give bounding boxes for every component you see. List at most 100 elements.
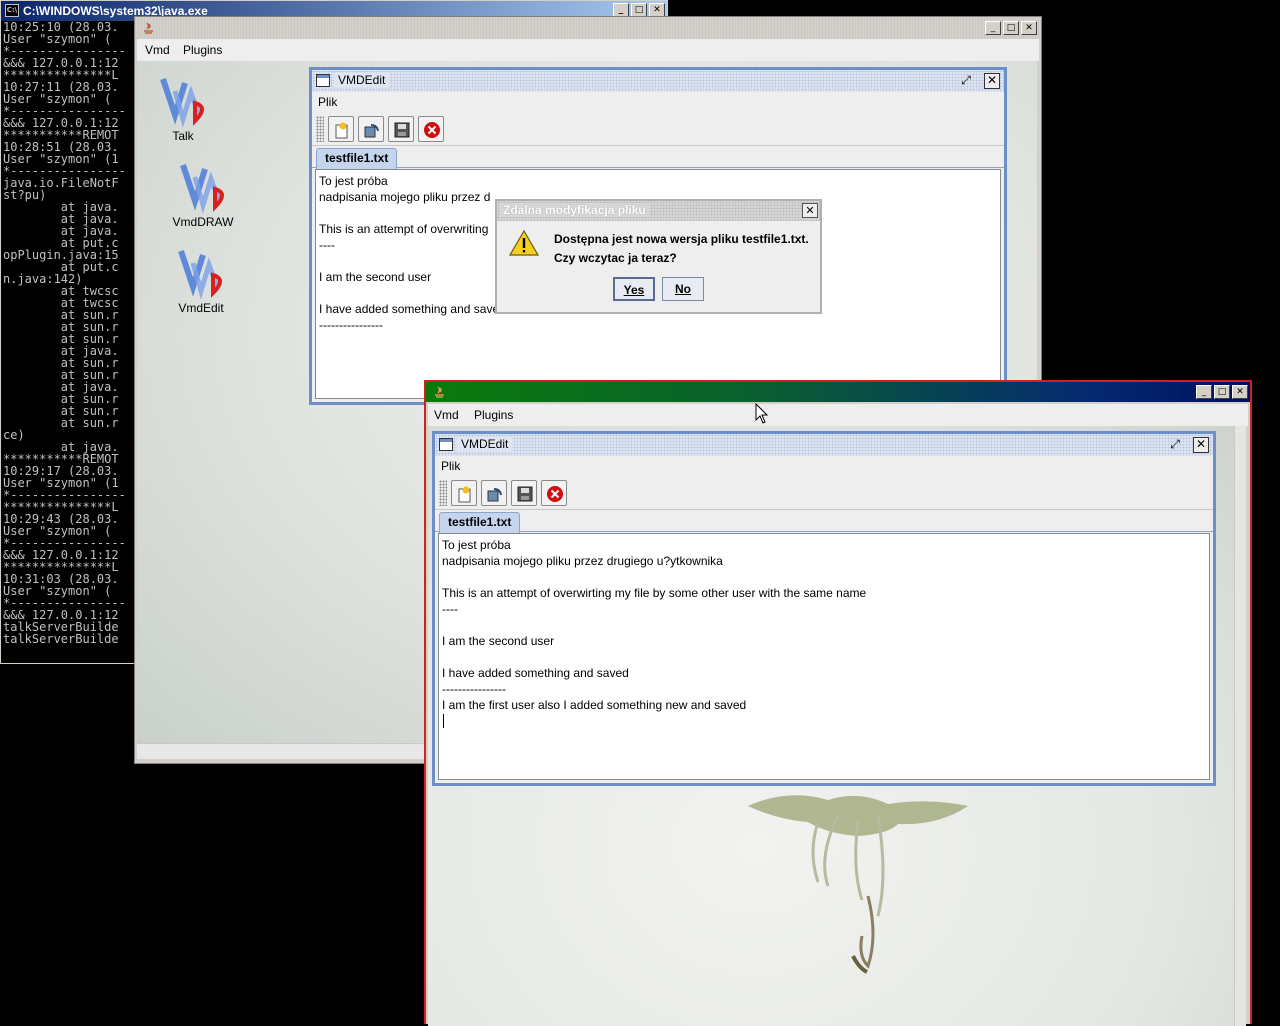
minimize-button[interactable]: _ — [1196, 385, 1212, 399]
yes-button[interactable]: Yes — [613, 277, 655, 301]
editor-line: ---------------- — [319, 318, 383, 332]
editor-line: To jest próba — [442, 538, 511, 552]
editor-line: I have added something and saved — [442, 666, 629, 680]
text-editor[interactable]: To jest próba nadpisania mojego pliku prz… — [438, 533, 1210, 780]
internal-titlebar[interactable]: VMDEdit ⤢ ✕ — [312, 70, 1004, 92]
remote-modification-dialog[interactable]: Zdalna modyfikacja pliku ✕ Dostępna jest… — [495, 199, 822, 314]
maximize-button[interactable]: □ — [1214, 385, 1230, 399]
editor-line: I am the second user — [442, 634, 555, 648]
editor-line: I am the second user — [319, 270, 432, 284]
text-caret — [443, 714, 444, 728]
new-file-icon — [458, 486, 471, 503]
close-button[interactable]: ✕ — [1232, 385, 1248, 399]
vmd-main-window-2[interactable]: _ □ ✕ Vmd Plugins VMDEdit ⤢ ✕ Plik testf… — [424, 380, 1252, 1026]
editor-line: ---- — [319, 238, 335, 252]
internal-window-title: VMDEdit — [334, 73, 390, 87]
menu-vmd[interactable]: Vmd — [145, 43, 170, 57]
no-button[interactable]: No — [662, 277, 704, 301]
window-icon — [316, 74, 330, 87]
reload-icon — [487, 488, 502, 502]
tab-testfile1[interactable]: testfile1.txt — [316, 148, 398, 169]
reload-button[interactable] — [358, 116, 384, 142]
minimize-button[interactable]: _ — [613, 3, 629, 17]
minimize-button[interactable]: _ — [985, 21, 1001, 35]
desktop-icon-vmddraw[interactable]: VmdDRAW — [163, 161, 243, 229]
console-line: talkServerBuilde — [3, 632, 119, 646]
java-icon — [435, 386, 444, 398]
menu-plugins[interactable]: Plugins — [474, 408, 513, 422]
close-file-button[interactable] — [541, 480, 567, 506]
close-button[interactable]: ✕ — [1021, 21, 1037, 35]
menu-plik[interactable]: Plik — [318, 95, 337, 109]
window-icon — [439, 438, 453, 451]
desktop-icon-label: VmdDRAW — [172, 215, 234, 229]
flower-wallpaper — [748, 795, 968, 974]
maximize-button[interactable]: □ — [631, 3, 647, 17]
save-button[interactable] — [388, 116, 414, 142]
desktop-icon-vmdedit[interactable]: VmdEdit — [161, 247, 241, 315]
tab-testfile1[interactable]: testfile1.txt — [439, 512, 521, 533]
console-icon: C:\ — [5, 4, 19, 17]
java-icon — [144, 22, 153, 34]
reload-icon — [364, 124, 379, 138]
tab-strip: testfile1.txt — [435, 512, 1213, 533]
warning-icon — [509, 229, 539, 256]
close-icon[interactable]: ✕ — [802, 203, 818, 218]
menu-bar: Vmd Plugins — [137, 39, 1039, 61]
internal-window-title: VMDEdit — [457, 437, 513, 451]
mouse-cursor-icon — [755, 403, 769, 424]
menu-plugins[interactable]: Plugins — [183, 43, 222, 57]
maximize-icon[interactable]: ⤢ — [1167, 437, 1183, 453]
close-red-icon — [424, 122, 440, 138]
tab-strip: testfile1.txt — [312, 148, 1004, 169]
menu-vmd[interactable]: Vmd — [434, 408, 459, 422]
editor-line: I am the first user also I added somethi… — [442, 698, 747, 712]
save-icon — [394, 122, 410, 138]
desktop-icon-label: Talk — [172, 129, 194, 143]
close-icon[interactable]: ✕ — [1193, 437, 1209, 453]
desktop-icon-label: VmdEdit — [178, 301, 224, 315]
close-icon[interactable]: ✕ — [984, 73, 1000, 89]
dialog-title: Zdalna modyfikacja pliku — [500, 203, 649, 217]
editor-toolbar — [435, 476, 1213, 510]
new-file-button[interactable] — [451, 480, 477, 506]
editor-line: ---------------- — [442, 682, 506, 696]
reload-button[interactable] — [481, 480, 507, 506]
vmd-logo-icon — [178, 250, 222, 300]
editor-menu-bar: Plik — [312, 92, 1004, 112]
editor-line: nadpisania mojego pliku przez drugiego u… — [442, 554, 723, 568]
toolbar-grip[interactable] — [316, 116, 324, 142]
editor-line: ---- — [442, 602, 458, 616]
dialog-titlebar[interactable]: Zdalna modyfikacja pliku ✕ — [497, 201, 820, 221]
vmd-logo-icon — [180, 164, 224, 214]
window-titlebar[interactable]: _ □ ✕ — [135, 17, 1041, 39]
close-button[interactable]: ✕ — [649, 3, 665, 17]
window-titlebar[interactable]: _ □ ✕ — [426, 382, 1250, 402]
editor-line: This is an attempt of overwirting my fil… — [442, 586, 867, 600]
editor-line: nadpisania mojego pliku przez d — [319, 190, 491, 204]
maximize-icon[interactable]: ⤢ — [958, 73, 974, 89]
menu-bar: Vmd Plugins — [428, 404, 1248, 426]
maximize-button[interactable]: □ — [1003, 21, 1019, 35]
editor-menu-bar: Plik — [435, 456, 1213, 476]
close-file-button[interactable] — [418, 116, 444, 142]
vmd-logo-icon — [160, 78, 204, 128]
save-icon — [517, 486, 533, 502]
toolbar-grip[interactable] — [439, 480, 447, 506]
desktop-icon-talk[interactable]: Talk — [143, 75, 223, 143]
editor-toolbar — [312, 112, 1004, 146]
vmdedit-internal-window-2[interactable]: VMDEdit ⤢ ✕ Plik testfile1.txt To jest p… — [432, 431, 1216, 786]
menu-plik[interactable]: Plik — [441, 459, 460, 473]
editor-line: This is an attempt of overwriting — [319, 222, 489, 236]
editor-line: I have added something and saved — [319, 302, 506, 316]
console-output: 10:25:10 (28.03. User "szymon" (*--------… — [3, 21, 143, 661]
vertical-scrollbar[interactable] — [1234, 426, 1246, 1026]
close-red-icon — [547, 486, 563, 502]
desktop-area: VMDEdit ⤢ ✕ Plik testfile1.txt To jest p… — [428, 426, 1246, 1026]
editor-line: To jest próba — [319, 174, 388, 188]
dialog-message-line2: Czy wczytac ja teraz? — [554, 251, 677, 265]
save-button[interactable] — [511, 480, 537, 506]
dialog-message-line1: Dostępna jest nowa wersja pliku testfile… — [554, 232, 809, 246]
internal-titlebar[interactable]: VMDEdit ⤢ ✕ — [435, 434, 1213, 456]
new-file-button[interactable] — [328, 116, 354, 142]
